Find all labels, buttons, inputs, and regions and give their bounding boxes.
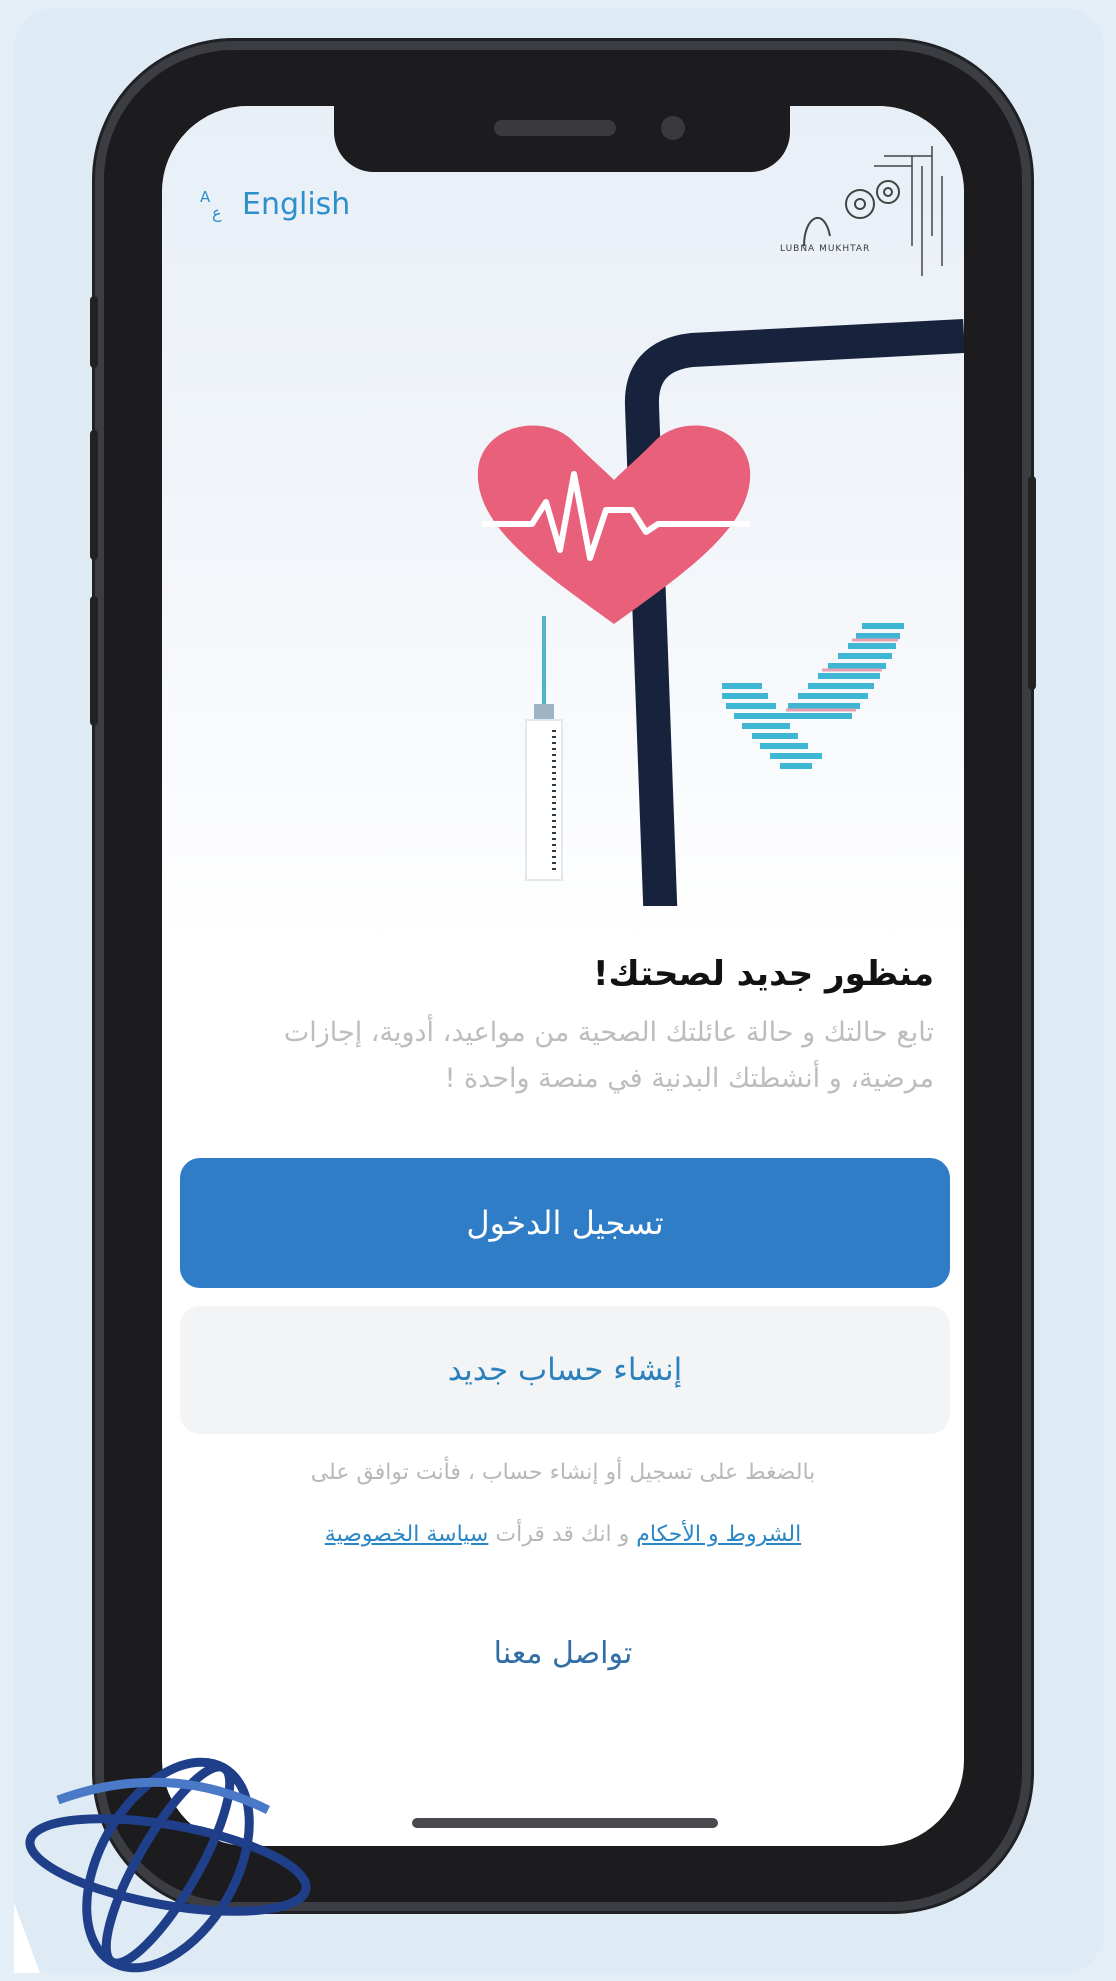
translate-icon: A ع [200,188,222,222]
app-screen: A ع English LUBNA MUKHTAR منظور جديد لصح… [162,106,964,1846]
brand-logo: LUBNA MUKHTAR [764,126,954,296]
logo-text: LUBNA MUKHTAR [780,244,871,254]
volume-up-button [90,430,98,560]
page-title: منظور جديد لصحتك! [593,954,934,994]
terms-notice: بالضغط على تسجيل أو إنشاء حساب ، فأنت تو… [310,1460,816,1485]
privacy-policy-link[interactable]: سياسة الخصوصية [325,1522,489,1547]
language-switch[interactable]: A ع English [200,186,351,223]
svg-text:ع: ع [212,203,222,222]
contact-us-link[interactable]: تواصل معنا [162,1636,964,1671]
tablet-frame-shape [624,319,964,906]
description-line-1: تابع حالتك و حالة عائلتك الصحية من مواعي… [283,1017,934,1048]
login-button[interactable]: تسجيل الدخول [180,1158,950,1288]
language-label: English [242,186,351,222]
phone-frame: A ع English LUBNA MUKHTAR منظور جديد لصح… [90,50,1036,1902]
checkmark-icon [722,623,904,769]
speaker-grille [494,120,616,136]
front-camera [661,116,685,140]
terms-link[interactable]: الشروط و الأحكام [636,1522,801,1547]
phone-notch [334,106,790,172]
terms-middle-text: و انك قد قرأت [488,1522,637,1547]
terms-links-line: الشروط و الأحكام و انك قد قرأت سياسة الخ… [162,1522,964,1547]
globe-icon [25,1757,311,1973]
heart-icon [477,425,751,624]
home-indicator [412,1818,718,1828]
description-line-2: مرضية، و أنشطتك البدنية في منصة واحدة ! [444,1063,934,1094]
syringe-icon [525,616,563,881]
power-button [1028,476,1036,690]
page-description: تابع حالتك و حالة عائلتك الصحية من مواعي… [194,1010,934,1102]
volume-down-button [90,596,98,726]
svg-text:A: A [200,188,211,206]
register-button[interactable]: إنشاء حساب جديد [180,1306,950,1434]
gears-circuit-icon [803,146,943,276]
mute-switch [90,296,98,368]
